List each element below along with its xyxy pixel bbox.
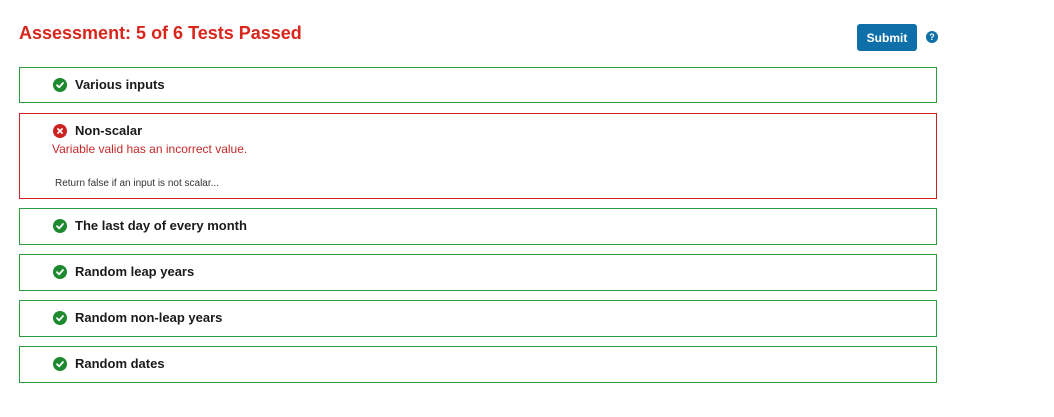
test-card-non-leap-years[interactable]: Random non-leap years (19, 300, 937, 337)
test-card-non-scalar[interactable]: Non-scalar Variable valid has an incorre… (19, 113, 937, 199)
test-header: Random dates (53, 356, 165, 371)
assessment-title: Assessment: 5 of 6 Tests Passed (19, 23, 302, 43)
test-card-leap-years[interactable]: Random leap years (19, 254, 937, 291)
test-header: The last day of every month (53, 218, 247, 233)
test-header: Random leap years (53, 264, 194, 279)
test-header: Random non-leap years (53, 310, 222, 325)
test-name: Various inputs (75, 77, 165, 92)
error-message: Variable valid has an incorrect value. (52, 142, 248, 156)
test-name: Random leap years (75, 264, 195, 279)
check-circle-icon (53, 310, 67, 325)
test-header: Non-scalar (53, 123, 142, 138)
submit-button[interactable]: Submit (857, 24, 917, 51)
check-circle-icon (53, 218, 67, 233)
test-card-random-dates[interactable]: Random dates (19, 346, 937, 383)
help-icon[interactable]: ? (926, 31, 938, 43)
test-header: Various inputs (53, 77, 165, 92)
check-circle-icon (53, 264, 67, 279)
test-name: Random dates (75, 356, 165, 371)
check-circle-icon (53, 356, 67, 371)
x-circle-icon (53, 123, 67, 138)
test-name: The last day of every month (75, 218, 247, 233)
test-hint: Return false if an input is not scalar..… (55, 178, 219, 189)
check-circle-icon (53, 77, 67, 92)
test-card-various-inputs[interactable]: Various inputs (19, 67, 937, 103)
test-name: Random non-leap years (75, 310, 223, 325)
test-card-last-day[interactable]: The last day of every month (19, 208, 937, 245)
assessment-page: Assessment: 5 of 6 Tests Passed Submit ?… (0, 0, 1054, 417)
test-name: Non-scalar (75, 123, 143, 138)
